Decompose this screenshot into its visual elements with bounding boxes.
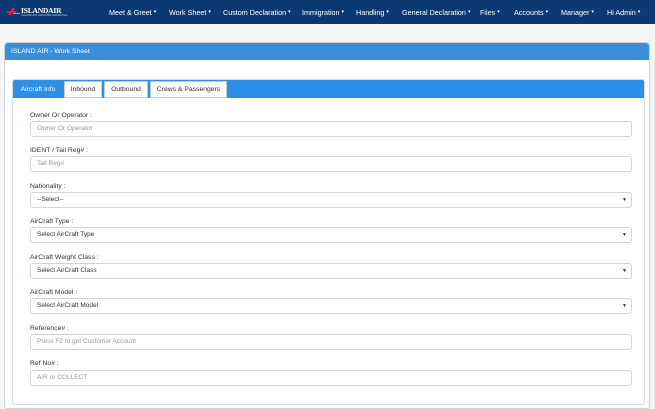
model-value: Select AirCraft Model <box>37 302 99 309</box>
nav-label: Hi Admin <box>607 7 636 17</box>
owner-input[interactable]: Owner Or Operator <box>30 121 632 137</box>
caret-down-icon: ▾ <box>208 9 211 15</box>
aircraft-type-value: Select AirCraft Type <box>37 231 95 238</box>
aircraft-type-label: AirCraft Type : <box>30 218 74 225</box>
caret-down-icon: ▾ <box>386 9 389 15</box>
tab-bar: Aircraft Info Inbound Outbound Crews & P… <box>13 80 644 98</box>
nav-label: Accounts <box>514 7 544 17</box>
panel-title: ISLAND AIR - Work Sheet <box>5 43 649 60</box>
chevron-down-icon: ▼ <box>622 232 627 238</box>
nav-label: Manager <box>561 7 590 17</box>
model-label: AirCraft Model : <box>30 289 78 296</box>
nav-label: Custom Declaration <box>223 7 287 17</box>
owner-label: Owner Or Operator : <box>30 112 92 119</box>
tab-crews-passengers[interactable]: Crews & Passengers <box>150 81 227 98</box>
airplane-icon <box>6 7 21 17</box>
ref-no-input[interactable]: A/R or COLLECT <box>30 370 632 386</box>
caret-down-icon: ▾ <box>341 9 345 15</box>
caret-down-icon: ▾ <box>591 9 594 15</box>
tail-reg-input[interactable]: Tail Reg# <box>30 156 632 172</box>
nav-label: Files <box>480 7 496 17</box>
nav-label: General Declaration <box>402 7 466 17</box>
nav-label: Work Sheet <box>169 7 207 17</box>
ident-label: IDENT / Tail Reg# : <box>30 147 88 154</box>
nav-custom-declaration[interactable]: Custom Declaration ▾ <box>223 0 291 24</box>
nav-label: Immigration <box>302 7 340 17</box>
nationality-label: Nationality : <box>30 183 66 190</box>
nav-label: Meet & Greet <box>109 7 152 17</box>
model-select[interactable]: Select AirCraft Model ▼ <box>30 298 632 314</box>
chevron-down-icon: ▼ <box>622 303 627 309</box>
nav-manager[interactable]: Manager ▾ <box>561 0 594 24</box>
caret-down-icon: ▾ <box>637 9 641 15</box>
nav-files[interactable]: Files ▾ <box>480 0 500 24</box>
aircraft-type-select[interactable]: Select AirCraft Type ▼ <box>30 227 632 243</box>
nav-handling[interactable]: Handling ▾ <box>356 0 389 24</box>
brand-logo[interactable]: ISLANDAIR ISLAND AIR GROUND HANDLING <box>6 7 68 17</box>
caret-down-icon: ▾ <box>497 9 500 15</box>
reference-label: Reference# : <box>30 325 69 332</box>
tab-inbound[interactable]: Inbound <box>64 81 102 98</box>
chevron-down-icon: ▼ <box>622 197 627 203</box>
caret-down-icon: ▾ <box>467 9 471 15</box>
nav-user-menu[interactable]: Hi Admin ▾ <box>607 0 640 24</box>
brand-tagline: ISLAND AIR GROUND HANDLING <box>21 13 68 17</box>
nav-immigration[interactable]: Immigration ▾ <box>302 0 344 24</box>
reference-input[interactable]: Press F2 to get Customer Account <box>30 334 632 350</box>
nav-work-sheet[interactable]: Work Sheet ▾ <box>169 0 211 24</box>
nav-accounts[interactable]: Accounts ▾ <box>514 0 548 24</box>
caret-down-icon: ▾ <box>545 9 549 15</box>
weight-class-label: AirCraft Weight Class : <box>30 254 99 261</box>
nationality-select[interactable]: --Select-- ▼ <box>30 192 632 208</box>
top-navbar: ISLANDAIR ISLAND AIR GROUND HANDLING Mee… <box>0 0 655 24</box>
tab-container: Aircraft Info Inbound Outbound Crews & P… <box>12 79 645 405</box>
nav-general-declaration[interactable]: General Declaration ▾ <box>402 0 470 24</box>
nav-meet-greet[interactable]: Meet & Greet ▾ <box>109 0 156 24</box>
nationality-value: --Select-- <box>37 196 64 203</box>
chevron-down-icon: ▼ <box>622 268 627 274</box>
weight-class-value: Select AirCraft Class <box>37 267 97 274</box>
worksheet-panel: ISLAND AIR - Work Sheet Aircraft Info In… <box>4 42 650 409</box>
weight-class-select[interactable]: Select AirCraft Class ▼ <box>30 263 632 279</box>
ref-no-label: Ref No# : <box>30 360 59 367</box>
caret-down-icon: ▾ <box>153 9 157 15</box>
nav-label: Handling <box>356 7 385 17</box>
tab-outbound[interactable]: Outbound <box>104 81 148 98</box>
caret-down-icon: ▾ <box>288 9 291 15</box>
tab-aircraft-info[interactable]: Aircraft Info <box>14 81 62 98</box>
